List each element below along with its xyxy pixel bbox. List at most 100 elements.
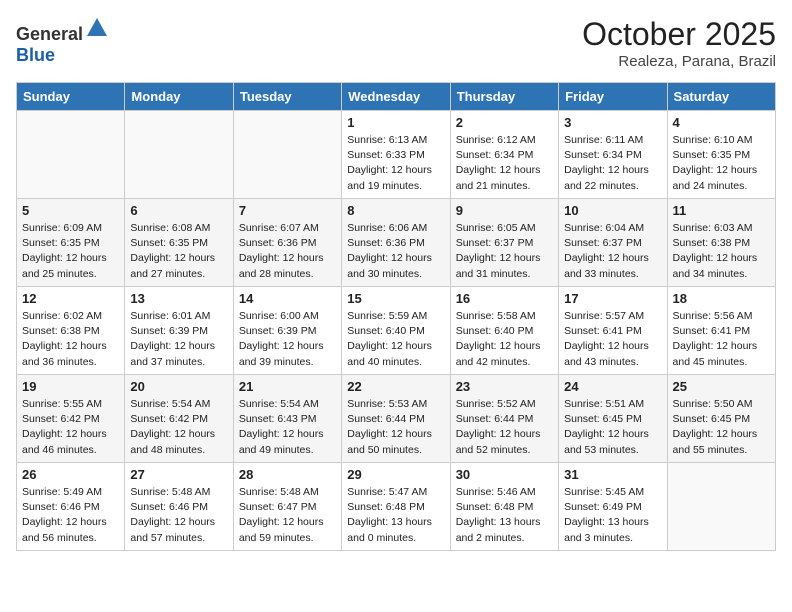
day-number: 11 — [673, 203, 770, 218]
logo-text: General Blue — [16, 16, 109, 66]
calendar-week-row: 19 Sunrise: 5:55 AM Sunset: 6:42 PM Dayli… — [17, 375, 776, 463]
day-number: 28 — [239, 467, 336, 482]
day-info: Sunrise: 6:10 AM Sunset: 6:35 PM Dayligh… — [673, 133, 770, 194]
calendar-day-12: 12Sunrise: 6:02 AM Sunset: 6:38 PM Dayli… — [17, 287, 125, 375]
day-number: 14 — [239, 291, 336, 306]
day-info: Sunrise: 6:09 AM Sunset: 6:35 PM Dayligh… — [22, 221, 119, 282]
day-number: 22 — [347, 379, 444, 394]
day-number: 31 — [564, 467, 661, 482]
calendar-empty-cell — [125, 111, 233, 199]
calendar-day-5: 5 Sunrise: 6:09 AM Sunset: 6:35 PM Daylig… — [17, 199, 125, 287]
day-info: Sunrise: 5:57 AM Sunset: 6:41 PM Dayligh… — [564, 309, 661, 370]
logo-general: General — [16, 24, 83, 44]
calendar-day-15: 15 Sunrise: 5:59 AM Sunset: 6:40 PM Dayli… — [342, 287, 450, 375]
logo-icon — [85, 16, 109, 40]
weekday-header-saturday: Saturday — [667, 83, 775, 111]
day-info: Sunrise: 6:13 AM Sunset: 6:33 PM Dayligh… — [347, 133, 444, 194]
day-number: 2 — [456, 115, 553, 130]
calendar-day-14: 14 Sunrise: 6:00 AM Sunset: 6:39 PM Dayli… — [233, 287, 341, 375]
calendar-day-21: 21 Sunrise: 5:54 AM Sunset: 6:43 PM Dayli… — [233, 375, 341, 463]
day-info: Sunrise: 5:45 AM Sunset: 6:49 PM Dayligh… — [564, 485, 661, 546]
day-info: Sunrise: 6:05 AM Sunset: 6:37 PM Dayligh… — [456, 221, 553, 282]
day-number: 21 — [239, 379, 336, 394]
day-info: Sunrise: 6:11 AM Sunset: 6:34 PM Dayligh… — [564, 133, 661, 194]
page-header: General Blue October 2025 Realeza, Paran… — [16, 16, 776, 70]
day-info: Sunrise: 6:04 AM Sunset: 6:37 PM Dayligh… — [564, 221, 661, 282]
day-number: 5 — [22, 203, 119, 218]
calendar-empty-cell — [17, 111, 125, 199]
day-info: Sunrise: 5:54 AM Sunset: 6:42 PM Dayligh… — [130, 397, 227, 458]
day-info: Sunrise: 5:59 AM Sunset: 6:40 PM Dayligh… — [347, 309, 444, 370]
day-info: Sunrise: 6:03 AM Sunset: 6:38 PM Dayligh… — [673, 221, 770, 282]
location-subtitle: Realeza, Parana, Brazil — [582, 53, 776, 70]
day-number: 13 — [130, 291, 227, 306]
day-number: 19 — [22, 379, 119, 394]
calendar-day-25: 25 Sunrise: 5:50 AM Sunset: 6:45 PM Dayli… — [667, 375, 775, 463]
weekday-header-row: SundayMondayTuesdayWednesdayThursdayFrid… — [17, 83, 776, 111]
day-number: 26 — [22, 467, 119, 482]
day-info: Sunrise: 5:47 AM Sunset: 6:48 PM Dayligh… — [347, 485, 444, 546]
calendar-day-7: 7Sunrise: 6:07 AM Sunset: 6:36 PM Daylig… — [233, 199, 341, 287]
calendar-week-row: 1 Sunrise: 6:13 AM Sunset: 6:33 PM Daylig… — [17, 111, 776, 199]
calendar-day-9: 9 Sunrise: 6:05 AM Sunset: 6:37 PM Daylig… — [450, 199, 558, 287]
day-info: Sunrise: 5:49 AM Sunset: 6:46 PM Dayligh… — [22, 485, 119, 546]
calendar-week-row: 5 Sunrise: 6:09 AM Sunset: 6:35 PM Daylig… — [17, 199, 776, 287]
day-info: Sunrise: 6:06 AM Sunset: 6:36 PM Dayligh… — [347, 221, 444, 282]
day-number: 4 — [673, 115, 770, 130]
day-info: Sunrise: 6:01 AM Sunset: 6:39 PM Dayligh… — [130, 309, 227, 370]
calendar-day-13: 13 Sunrise: 6:01 AM Sunset: 6:39 PM Dayli… — [125, 287, 233, 375]
calendar-day-19: 19 Sunrise: 5:55 AM Sunset: 6:42 PM Dayli… — [17, 375, 125, 463]
day-info: Sunrise: 5:50 AM Sunset: 6:45 PM Dayligh… — [673, 397, 770, 458]
weekday-header-friday: Friday — [559, 83, 667, 111]
day-info: Sunrise: 5:48 AM Sunset: 6:46 PM Dayligh… — [130, 485, 227, 546]
calendar-day-29: 29Sunrise: 5:47 AM Sunset: 6:48 PM Dayli… — [342, 463, 450, 551]
day-info: Sunrise: 5:53 AM Sunset: 6:44 PM Dayligh… — [347, 397, 444, 458]
calendar-day-26: 26 Sunrise: 5:49 AM Sunset: 6:46 PM Dayli… — [17, 463, 125, 551]
day-info: Sunrise: 6:02 AM Sunset: 6:38 PM Dayligh… — [22, 309, 119, 370]
day-info: Sunrise: 5:52 AM Sunset: 6:44 PM Dayligh… — [456, 397, 553, 458]
day-number: 9 — [456, 203, 553, 218]
day-info: Sunrise: 5:56 AM Sunset: 6:41 PM Dayligh… — [673, 309, 770, 370]
day-info: Sunrise: 5:46 AM Sunset: 6:48 PM Dayligh… — [456, 485, 553, 546]
calendar-day-17: 17 Sunrise: 5:57 AM Sunset: 6:41 PM Dayli… — [559, 287, 667, 375]
day-number: 3 — [564, 115, 661, 130]
day-info: Sunrise: 6:08 AM Sunset: 6:35 PM Dayligh… — [130, 221, 227, 282]
day-number: 1 — [347, 115, 444, 130]
weekday-header-wednesday: Wednesday — [342, 83, 450, 111]
day-number: 30 — [456, 467, 553, 482]
weekday-header-sunday: Sunday — [17, 83, 125, 111]
calendar-day-18: 18 Sunrise: 5:56 AM Sunset: 6:41 PM Dayli… — [667, 287, 775, 375]
calendar-day-30: 30 Sunrise: 5:46 AM Sunset: 6:48 PM Dayli… — [450, 463, 558, 551]
calendar-day-8: 8 Sunrise: 6:06 AM Sunset: 6:36 PM Daylig… — [342, 199, 450, 287]
calendar-body: 1 Sunrise: 6:13 AM Sunset: 6:33 PM Daylig… — [17, 111, 776, 551]
calendar-day-23: 23 Sunrise: 5:52 AM Sunset: 6:44 PM Dayli… — [450, 375, 558, 463]
calendar-day-31: 31 Sunrise: 5:45 AM Sunset: 6:49 PM Dayli… — [559, 463, 667, 551]
day-number: 6 — [130, 203, 227, 218]
calendar-day-4: 4 Sunrise: 6:10 AM Sunset: 6:35 PM Daylig… — [667, 111, 775, 199]
calendar-day-16: 16Sunrise: 5:58 AM Sunset: 6:40 PM Dayli… — [450, 287, 558, 375]
day-info: Sunrise: 5:54 AM Sunset: 6:43 PM Dayligh… — [239, 397, 336, 458]
day-number: 24 — [564, 379, 661, 394]
day-info: Sunrise: 6:00 AM Sunset: 6:39 PM Dayligh… — [239, 309, 336, 370]
day-number: 7 — [239, 203, 336, 218]
title-block: October 2025 Realeza, Parana, Brazil — [582, 16, 776, 70]
logo-blue: Blue — [16, 45, 55, 65]
calendar-day-11: 11 Sunrise: 6:03 AM Sunset: 6:38 PM Dayli… — [667, 199, 775, 287]
day-info: Sunrise: 5:48 AM Sunset: 6:47 PM Dayligh… — [239, 485, 336, 546]
calendar-day-28: 28 Sunrise: 5:48 AM Sunset: 6:47 PM Dayli… — [233, 463, 341, 551]
calendar-day-6: 6 Sunrise: 6:08 AM Sunset: 6:35 PM Daylig… — [125, 199, 233, 287]
calendar-day-24: 24Sunrise: 5:51 AM Sunset: 6:45 PM Dayli… — [559, 375, 667, 463]
weekday-header-monday: Monday — [125, 83, 233, 111]
day-info: Sunrise: 5:55 AM Sunset: 6:42 PM Dayligh… — [22, 397, 119, 458]
calendar-table: SundayMondayTuesdayWednesdayThursdayFrid… — [16, 82, 776, 551]
calendar-day-22: 22 Sunrise: 5:53 AM Sunset: 6:44 PM Dayli… — [342, 375, 450, 463]
day-number: 18 — [673, 291, 770, 306]
calendar-day-20: 20Sunrise: 5:54 AM Sunset: 6:42 PM Dayli… — [125, 375, 233, 463]
day-number: 23 — [456, 379, 553, 394]
calendar-day-3: 3 Sunrise: 6:11 AM Sunset: 6:34 PM Daylig… — [559, 111, 667, 199]
day-number: 17 — [564, 291, 661, 306]
day-number: 8 — [347, 203, 444, 218]
weekday-header-thursday: Thursday — [450, 83, 558, 111]
day-number: 25 — [673, 379, 770, 394]
day-number: 15 — [347, 291, 444, 306]
